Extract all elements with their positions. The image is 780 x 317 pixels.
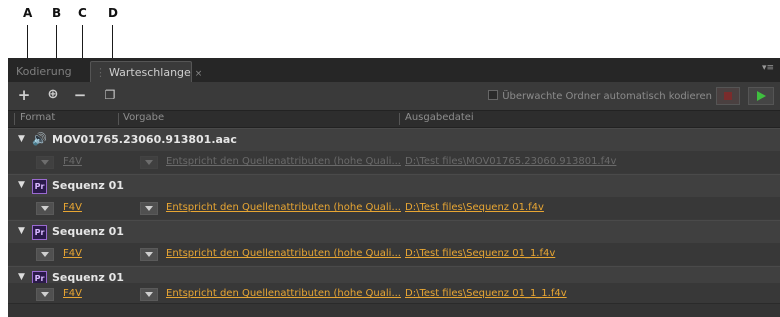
column-format[interactable]: Format: [20, 112, 55, 123]
format-value[interactable]: F4V: [63, 248, 82, 259]
output-row[interactable]: F4V Entspricht den Quellenattributen (ho…: [8, 151, 780, 173]
stop-icon: [724, 92, 732, 100]
format-dropdown-icon[interactable]: [36, 202, 54, 215]
format-value[interactable]: F4V: [63, 202, 82, 213]
format-dropdown-icon[interactable]: [36, 248, 54, 261]
start-queue-button[interactable]: [748, 87, 774, 105]
output-file-value[interactable]: D:\Test files\Sequenz 01_1_1.f4v: [405, 288, 765, 299]
tab-encoding-label: Kodierung: [16, 65, 72, 78]
tab-queue[interactable]: ⋮ Warteschlange ×: [90, 61, 202, 83]
expand-triangle-icon[interactable]: ▼: [18, 226, 25, 236]
watch-folders-toggle[interactable]: Überwachte Ordner automatisch kodieren: [488, 90, 712, 102]
grip-icon: ⋮: [95, 66, 106, 79]
callout-c: C: [78, 6, 87, 20]
preset-value[interactable]: Entspricht den Quellenattributen (hohe Q…: [166, 248, 402, 259]
preset-dropdown-icon[interactable]: [140, 202, 158, 215]
output-row[interactable]: F4V Entspricht den Quellenattributen (ho…: [8, 283, 780, 303]
preset-dropdown-icon[interactable]: [140, 288, 158, 301]
tab-bar: Kodierung ⋮ Warteschlange × ▾≡: [8, 58, 780, 83]
preset-dropdown-icon[interactable]: [140, 248, 158, 261]
output-row[interactable]: F4V Entspricht den Quellenattributen (ho…: [8, 197, 780, 219]
duplicate-icon[interactable]: ❐: [102, 87, 118, 103]
column-preset[interactable]: Vorgabe: [123, 112, 164, 123]
panel-menu-icon[interactable]: ▾≡: [762, 63, 774, 73]
watch-folders-checkbox[interactable]: [488, 90, 499, 100]
stop-queue-button[interactable]: [716, 87, 740, 105]
add-output-icon[interactable]: ⊕: [45, 87, 61, 103]
column-header: Format Vorgabe Ausgabedatei: [8, 110, 780, 128]
speaker-icon: 🔊: [32, 132, 47, 146]
tab-encoding[interactable]: Kodierung: [12, 61, 92, 82]
toolbar: + ⊕ − ❐ Überwachte Ordner automatisch ko…: [8, 82, 780, 110]
column-output[interactable]: Ausgabedatei: [405, 112, 474, 123]
tab-queue-label: Warteschlange: [109, 66, 191, 79]
source-name: Sequenz 01: [52, 225, 124, 238]
expand-triangle-icon[interactable]: ▼: [18, 134, 25, 144]
source-row[interactable]: ▼ Pr Sequenz 01: [8, 220, 780, 243]
output-file-value[interactable]: D:\Test files\Sequenz 01.f4v: [405, 202, 765, 213]
source-row[interactable]: ▼ 🔊 MOV01765.23060.913801.aac: [8, 128, 780, 151]
premiere-icon: Pr: [32, 225, 47, 240]
expand-triangle-icon[interactable]: ▼: [18, 180, 25, 190]
expand-triangle-icon[interactable]: ▼: [18, 272, 25, 282]
close-icon[interactable]: ×: [195, 69, 203, 79]
callout-a: A: [23, 6, 33, 20]
source-name: MOV01765.23060.913801.aac: [52, 133, 237, 146]
output-row[interactable]: F4V Entspricht den Quellenattributen (ho…: [8, 243, 780, 265]
callout-d: D: [108, 6, 118, 20]
format-dropdown-icon[interactable]: [36, 156, 54, 169]
preset-dropdown-icon[interactable]: [140, 156, 158, 169]
output-file-value[interactable]: D:\Test files\MOV01765.23060.913801.f4v: [405, 156, 765, 167]
queue-panel: Kodierung ⋮ Warteschlange × ▾≡ + ⊕ − ❐ Übe…: [8, 58, 780, 317]
preset-value[interactable]: Entspricht den Quellenattributen (hohe Q…: [166, 202, 402, 213]
source-name: Sequenz 01: [52, 179, 124, 192]
format-value[interactable]: F4V: [63, 156, 82, 167]
format-value[interactable]: F4V: [63, 288, 82, 299]
format-dropdown-icon[interactable]: [36, 288, 54, 301]
preset-value[interactable]: Entspricht den Quellenattributen (hohe Q…: [166, 156, 402, 167]
column-divider[interactable]: [14, 113, 15, 125]
premiere-icon: Pr: [32, 179, 47, 194]
play-icon: [757, 91, 766, 101]
column-divider[interactable]: [118, 113, 119, 125]
column-divider[interactable]: [399, 113, 400, 125]
remove-icon[interactable]: −: [72, 87, 88, 103]
queue-empty-area: [8, 303, 780, 317]
source-row[interactable]: ▼ Pr Sequenz 01: [8, 174, 780, 197]
preset-value[interactable]: Entspricht den Quellenattributen (hohe Q…: [166, 288, 402, 299]
callout-b: B: [52, 6, 62, 20]
output-file-value[interactable]: D:\Test files\Sequenz 01_1.f4v: [405, 248, 765, 259]
watch-folders-label: Überwachte Ordner automatisch kodieren: [502, 91, 712, 102]
add-source-icon[interactable]: +: [16, 87, 32, 103]
